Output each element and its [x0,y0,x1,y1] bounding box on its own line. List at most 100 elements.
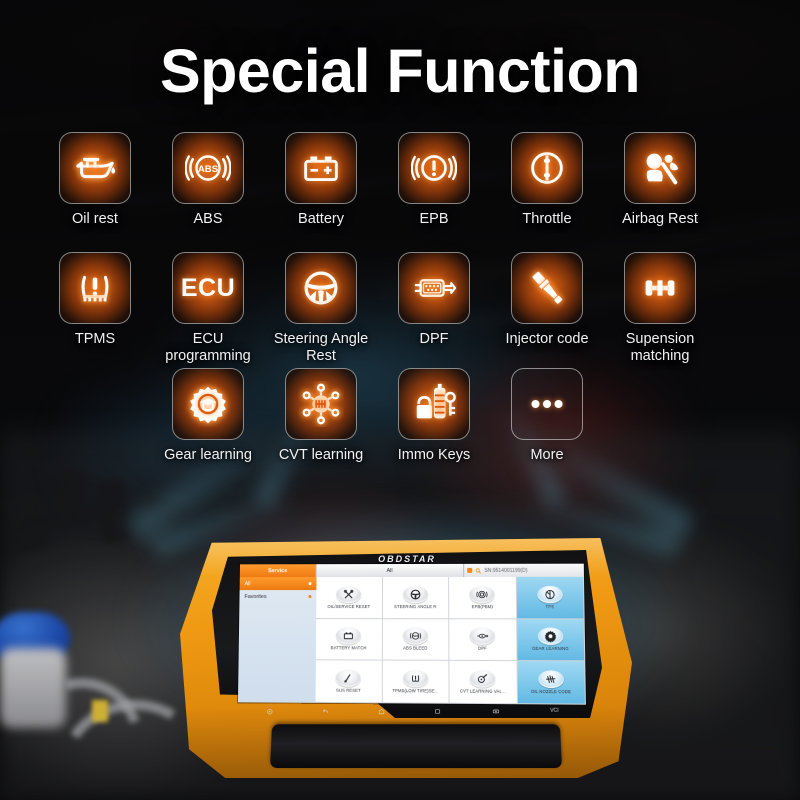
abs-brake-icon: ABS [185,145,231,191]
throttle-body-icon [524,145,570,191]
function-cell-tpms[interactable]: TPMS [35,252,155,348]
navbar-vci-label[interactable]: VCI [550,708,559,714]
function-cell-epb[interactable]: EPB [374,132,494,228]
screen-grid-label: GEAR LEARNING [532,646,569,652]
screen-grid-cell[interactable]: TPMS(LOW TIRE)SE... [382,660,450,704]
function-tile[interactable] [511,252,583,324]
screen-grid-cell[interactable]: EPB(PBM) [449,576,517,620]
function-cell-abs[interactable]: ABS ABS [148,132,268,228]
ecu-text-icon: ECU [180,273,236,302]
status-dot [467,567,473,573]
function-label: Steering Angle Rest [273,331,369,364]
screen-sidebar-label: All [244,580,251,587]
function-tile[interactable] [59,252,131,324]
screen-grid-cell[interactable]: ABS ABS BLEED [382,618,450,662]
screen-grid-label: DPF [478,646,487,652]
navbar-back-arrow-icon[interactable] [321,708,329,715]
steering-wheel-icon [298,265,344,311]
function-tile[interactable] [398,132,470,204]
cvt-gearbox-icon [469,670,496,688]
screen-grid-cell[interactable]: GEAR LEARNING [516,619,586,662]
function-cell-dpf[interactable]: DPF [374,252,494,348]
sidebar-dot [308,582,312,586]
screen-grid-cell[interactable]: OIL NOZZLE CODE [517,661,586,705]
screen-grid-cell[interactable]: TPS [516,576,585,620]
screen-sidebar: All Favorites [237,577,317,703]
function-tile[interactable] [398,368,470,440]
function-cell-ecu-programming[interactable]: ECU ECU programming [148,252,268,364]
function-cell-throttle[interactable]: Throttle [487,132,607,228]
cvt-gearbox-icon [298,381,344,427]
screen-grid-label: CVT LEARNING VAL... [459,688,506,695]
function-label: EPB [419,211,449,227]
airbag-icon [637,145,683,191]
dpf-filter-icon [469,627,496,646]
screen-grid-label: BATTERY MATCH [330,645,367,651]
fuel-injector-icon [537,670,564,689]
function-label: ABS [193,211,223,227]
function-cell-immo-keys[interactable]: Immo Keys [374,368,494,464]
function-tile[interactable] [624,252,696,324]
screen-grid-cell[interactable]: CVT LEARNING VAL... [449,661,518,705]
function-label: Oil rest [72,211,118,227]
screen-grid-label: STEERING ANGLE R [394,603,437,609]
function-cell-gear-learning[interactable]: Gear learning [148,368,268,464]
function-label: TPMS [74,331,116,347]
sidebar-dot [308,595,312,599]
screen-function-grid: OIL/SERVICE RESET STEERING ANGLE R EPB(PBM… [315,576,586,705]
function-tile[interactable] [285,132,357,204]
function-cell-supension-matching[interactable]: Supension matching [600,252,720,364]
screen-sidebar-label: Favorites [244,593,267,600]
screen-grid-label: EPB(PBM) [471,603,493,610]
wrench-screwdriver-icon [336,585,362,603]
tablet-screen[interactable]: Service All SN:9514001199(D) All Favorite… [237,563,586,705]
screen-grid-cell[interactable]: STEERING ANGLE R [382,576,450,619]
function-tile[interactable] [398,252,470,324]
screen-grid-cell[interactable]: BATTERY MATCH [315,618,383,661]
function-tile[interactable] [285,368,357,440]
epb-brake-icon [411,145,457,191]
function-cell-oil-rest[interactable]: Oil rest [35,132,155,228]
epb-brake-icon [469,585,495,603]
tab-service[interactable]: Service [239,564,317,578]
screen-grid-label: OIL/SERVICE RESET [327,603,371,609]
navbar-recents-icon[interactable] [434,707,441,714]
svg-text:ABS: ABS [412,634,418,638]
function-cell-steering-angle-rest[interactable]: Steering Angle Rest [261,252,381,364]
function-tile[interactable] [511,132,583,204]
tab-all[interactable]: All [316,563,465,578]
screen-sidebar-item[interactable]: All [239,577,317,591]
screen-grid-label: ABS BLEED [403,645,428,652]
obdstar-diagnostic-tablet: OBDSTAR Service All SN:9514001199(D) All… [128,514,688,800]
screen-grid-cell[interactable]: DPF [449,618,518,662]
function-label: More [530,447,564,463]
screen-sidebar-item[interactable]: Favorites [239,590,316,603]
function-tile[interactable]: ECU [172,252,244,324]
function-label: Battery [298,211,344,227]
function-label: Immo Keys [397,447,471,463]
fuel-injector-icon [524,265,570,311]
function-cell-airbag-rest[interactable]: Airbag Rest [600,132,720,228]
screen-grid-cell[interactable]: SUS RESET [315,660,383,704]
search-icon[interactable] [475,567,481,573]
gear-graduation-icon [185,381,231,427]
function-cell-cvt-learning[interactable]: CVT learning [261,368,381,464]
function-tile[interactable] [511,368,583,440]
navbar-screenshot-icon[interactable] [491,707,500,714]
oil-can-icon [72,145,118,191]
function-cell-more[interactable]: More [487,368,607,464]
android-navigation-bar: VCI [242,704,584,719]
navbar-home-icon[interactable] [378,708,385,715]
serial-number-text: SN:9514001199(D) [484,567,528,574]
function-label: Gear learning [164,447,252,463]
suspension-icon [335,669,361,688]
function-tile[interactable] [59,132,131,204]
function-tile[interactable] [172,368,244,440]
function-tile[interactable] [285,252,357,324]
screen-grid-cell[interactable]: OIL/SERVICE RESET [316,577,383,619]
function-cell-battery[interactable]: Battery [261,132,381,228]
navbar-power-icon[interactable] [266,708,273,715]
function-tile[interactable]: ABS [172,132,244,204]
function-cell-injector-code[interactable]: Injector code [487,252,607,348]
function-tile[interactable] [624,132,696,204]
